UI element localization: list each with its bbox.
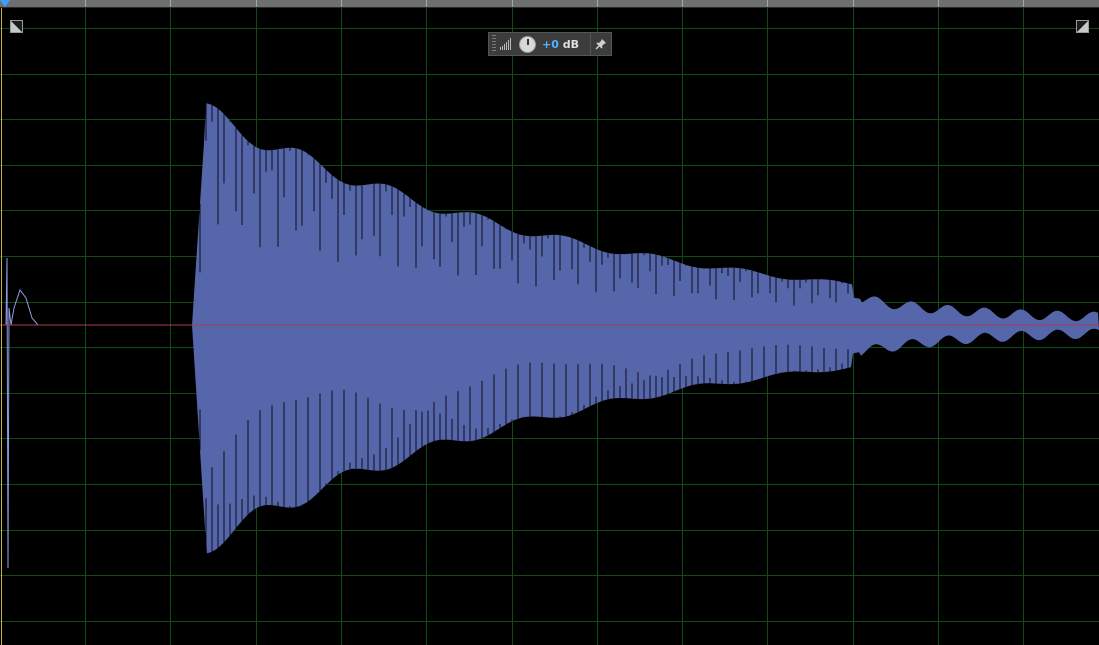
level-meter-icon (500, 38, 514, 50)
ruler-tick (938, 0, 939, 7)
ruler-tick (341, 0, 342, 7)
ruler-tick (767, 0, 768, 7)
meter-bar (502, 46, 503, 50)
drag-grip-icon[interactable] (492, 35, 496, 53)
pin-button[interactable] (591, 33, 611, 55)
ruler-tick (170, 0, 171, 7)
gain-unit: dB (562, 37, 579, 51)
pin-icon (595, 39, 606, 50)
gain-readout[interactable]: +0 dB (542, 38, 579, 51)
meter-bar (508, 40, 509, 50)
meter-bar (506, 42, 507, 50)
ruler-tick (682, 0, 683, 7)
playhead-marker-icon[interactable] (0, 0, 10, 7)
ruler-tick (853, 0, 854, 7)
gain-value: +0 (542, 37, 559, 51)
zoom-corner-icon (11, 21, 22, 32)
ruler-tick (512, 0, 513, 7)
ruler-tick (426, 0, 427, 7)
timeline-ruler[interactable] (0, 0, 1099, 8)
waveform-editor[interactable]: +0 dB (0, 8, 1099, 645)
ruler-tick (256, 0, 257, 7)
ruler-tick (85, 0, 86, 7)
zoom-corner-icon (1077, 21, 1088, 32)
ruler-tick (597, 0, 598, 7)
waveform-fill (192, 103, 1099, 554)
volume-knob-icon[interactable] (519, 35, 536, 53)
ruler-tick (1023, 0, 1024, 7)
zoom-in-button[interactable] (10, 20, 23, 33)
gain-hud[interactable]: +0 dB (488, 32, 612, 56)
meter-bar (500, 47, 501, 50)
zoom-out-button[interactable] (1076, 20, 1089, 33)
meter-bar (504, 44, 505, 50)
waveform-display[interactable] (0, 8, 1099, 645)
pre-impulse-envelope (2, 257, 190, 569)
meter-bar (510, 38, 511, 50)
